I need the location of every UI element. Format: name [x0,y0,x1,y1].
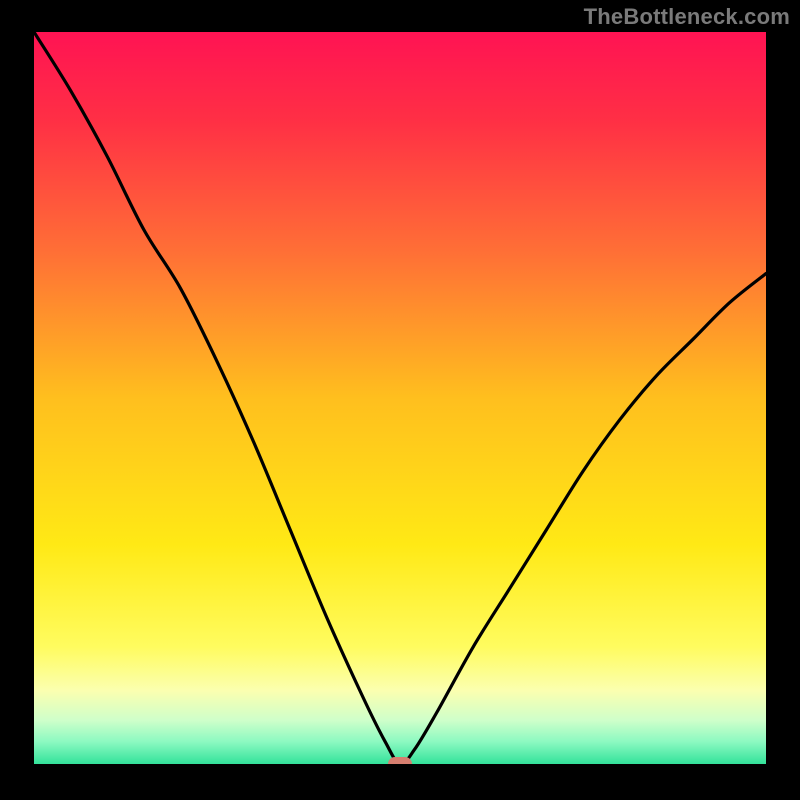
optimum-marker [388,757,412,764]
chart-frame: TheBottleneck.com [0,0,800,800]
watermark-text: TheBottleneck.com [584,4,790,30]
plot-area [34,32,766,764]
bottleneck-curve [34,32,766,764]
